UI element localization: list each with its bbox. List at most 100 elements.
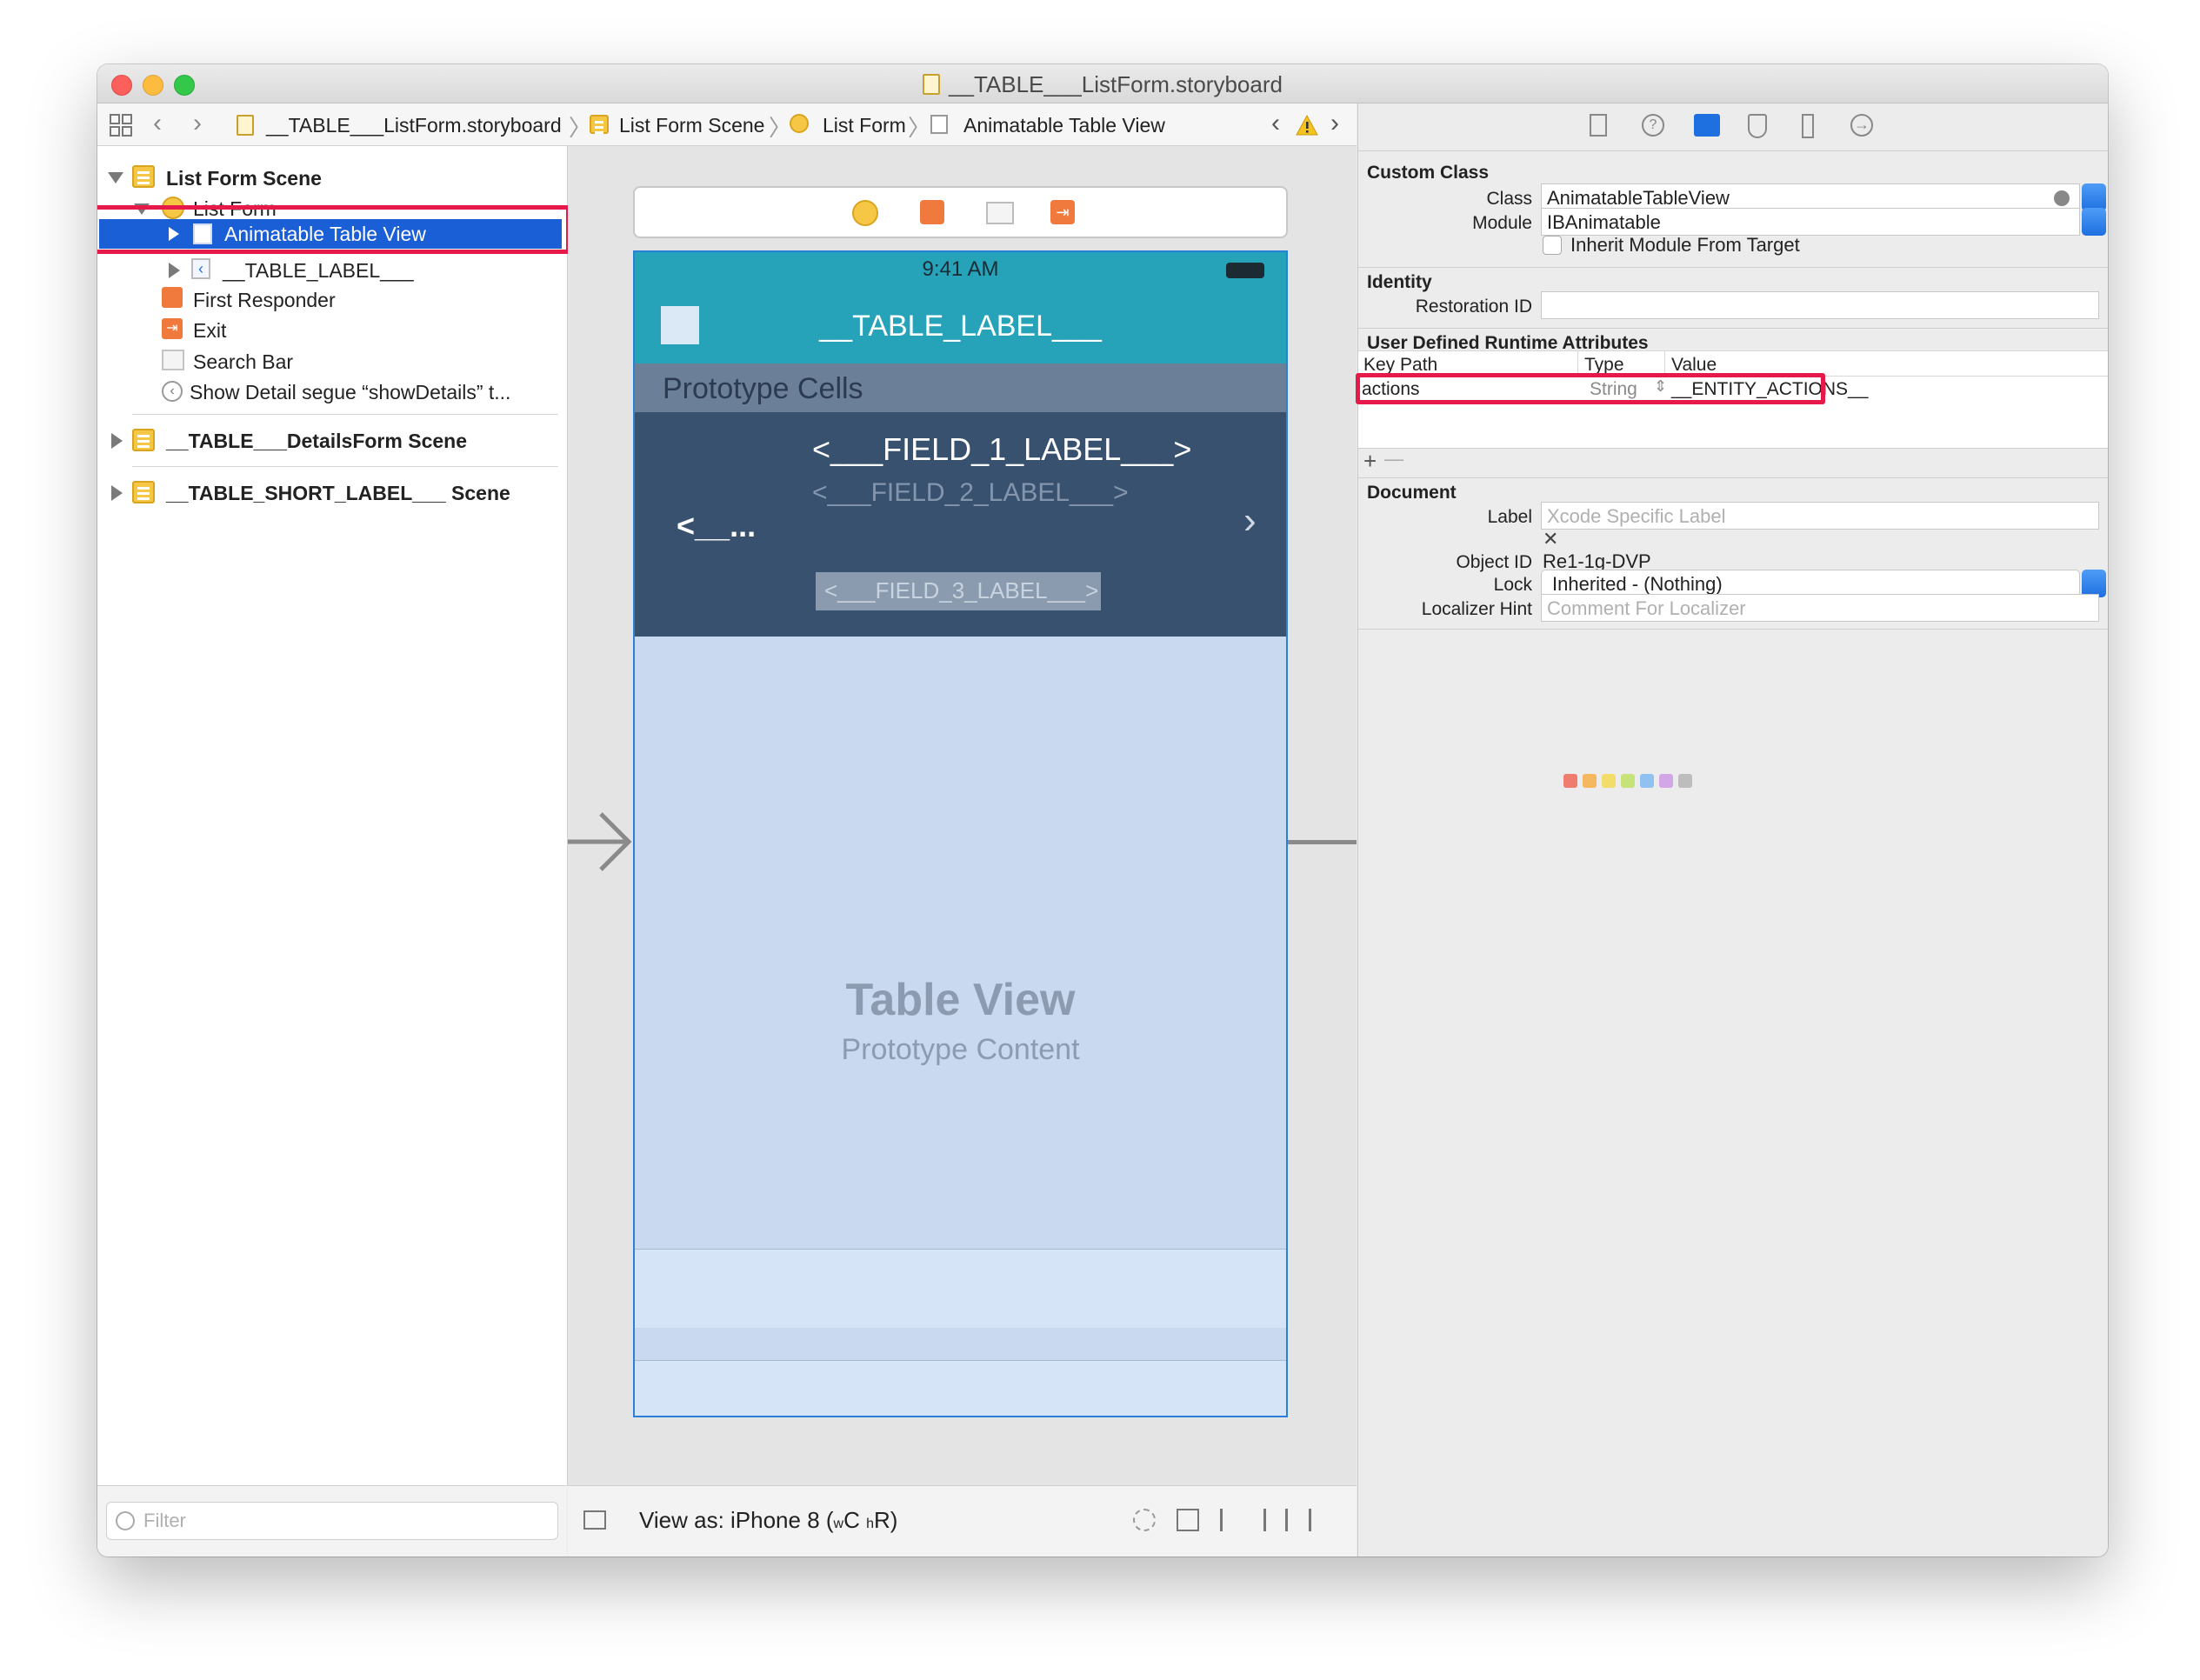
filter-field[interactable]: Filter bbox=[106, 1502, 558, 1540]
restoration-id-field[interactable] bbox=[1541, 291, 2099, 319]
align-icon[interactable] bbox=[1220, 1509, 1243, 1531]
first-responder-dock-icon[interactable] bbox=[920, 200, 944, 224]
previous-issue-icon[interactable]: ‹ bbox=[1271, 109, 1280, 138]
identity-inspector-icon[interactable] bbox=[1694, 114, 1720, 137]
window-title-text: __TABLE___ListForm.storyboard bbox=[949, 71, 1283, 97]
color-label-swatch-green[interactable] bbox=[1621, 774, 1635, 788]
outline-scene-details-form[interactable]: __TABLE___DetailsForm Scene bbox=[166, 430, 467, 453]
forward-arrow-icon[interactable]: › bbox=[193, 109, 202, 138]
add-attribute-button[interactable]: + bbox=[1363, 448, 1377, 475]
chevron-right-icon: › bbox=[1243, 499, 1257, 542]
exit-dock-icon[interactable]: ⇥ bbox=[1050, 200, 1075, 224]
identity-header: Identity bbox=[1367, 272, 1432, 292]
disclosure-triangle-icon[interactable] bbox=[108, 172, 123, 183]
toggle-outline-icon[interactable] bbox=[583, 1510, 606, 1530]
color-label-swatch-gray[interactable] bbox=[1678, 774, 1692, 788]
window-title: __TABLE___ListForm.storyboard bbox=[97, 71, 2108, 98]
document-outline: List Form Scene List Form Animatable Tab… bbox=[97, 146, 570, 1485]
outline-divider bbox=[132, 466, 558, 467]
outline-item-search-bar[interactable]: Search Bar bbox=[193, 350, 293, 374]
runtime-attributes-table: Key Path Type Value actions String ⇕ __E… bbox=[1356, 350, 2108, 448]
add-constraints-icon[interactable] bbox=[1263, 1509, 1288, 1531]
outline-item-first-responder[interactable]: First Responder bbox=[193, 289, 336, 312]
color-label-swatch-blue[interactable] bbox=[1640, 774, 1654, 788]
object-id-label: Object ID bbox=[1456, 552, 1532, 572]
search-bar-dock-icon[interactable] bbox=[986, 202, 1014, 224]
help-inspector-icon[interactable]: ? bbox=[1642, 114, 1664, 137]
phone-screen[interactable]: 9:41 AM __TABLE_LABEL___ Prototype Cells… bbox=[633, 250, 1288, 1417]
crumb-storyboard[interactable]: __TABLE___ListForm.storyboard bbox=[266, 114, 562, 137]
filter-placeholder: Filter bbox=[143, 1510, 186, 1531]
related-items-icon[interactable] bbox=[110, 114, 132, 137]
color-label-swatch-orange[interactable] bbox=[1583, 774, 1597, 788]
color-label-swatch-red[interactable] bbox=[1563, 774, 1577, 788]
color-label-swatch-purple[interactable] bbox=[1659, 774, 1673, 788]
outline-scene-list-form[interactable]: List Form Scene bbox=[166, 167, 322, 190]
scene-icon bbox=[590, 115, 609, 134]
search-bar-icon bbox=[162, 350, 184, 370]
module-field[interactable]: IBAnimatable bbox=[1541, 208, 2080, 236]
outline-divider bbox=[132, 414, 558, 415]
view-controller-dock-icon[interactable] bbox=[852, 200, 878, 226]
embed-in-stack-icon[interactable] bbox=[1177, 1509, 1199, 1531]
resolve-issues-icon[interactable] bbox=[1309, 1509, 1333, 1531]
crumb-view-controller[interactable]: List Form bbox=[823, 114, 906, 137]
inspector-divider bbox=[1358, 150, 2108, 151]
custom-class-header: Custom Class bbox=[1367, 163, 1490, 183]
attributes-inspector-icon[interactable] bbox=[1748, 114, 1767, 138]
disclosure-triangle-icon[interactable] bbox=[111, 433, 123, 449]
next-issue-icon[interactable]: › bbox=[1330, 109, 1339, 138]
color-label-swatch-yellow[interactable] bbox=[1602, 774, 1616, 788]
segue-icon: ‹ bbox=[162, 381, 183, 402]
crumb-separator-icon: 〉 bbox=[908, 115, 931, 141]
size-class-c: C bbox=[843, 1507, 860, 1533]
size-inspector-icon[interactable] bbox=[1802, 114, 1814, 138]
outline-item-exit[interactable]: Exit bbox=[193, 319, 226, 343]
cell-field-3-label: <___FIELD_3_LABEL___> bbox=[824, 577, 1099, 603]
module-dropdown-button[interactable] bbox=[2082, 208, 2106, 236]
table-view-subtitle: Prototype Content bbox=[841, 1033, 1080, 1066]
disclosure-triangle-icon[interactable] bbox=[111, 485, 123, 501]
inherit-module-checkbox[interactable] bbox=[1543, 236, 1562, 255]
class-value: AnimatableTableView bbox=[1547, 187, 1730, 209]
xcode-window: __TABLE___ListForm.storyboard ‹ › __TABL… bbox=[97, 64, 2108, 1557]
back-arrow-icon[interactable]: ‹ bbox=[153, 109, 162, 138]
jump-bar: ‹ › __TABLE___ListForm.storyboard 〉 List… bbox=[97, 103, 1357, 146]
inherit-module-label: Inherit Module From Target bbox=[1570, 234, 1800, 256]
size-class-r: R) bbox=[874, 1507, 898, 1533]
crumb-table-view[interactable]: Animatable Table View bbox=[963, 114, 1165, 137]
restoration-id-label: Restoration ID bbox=[1415, 297, 1532, 317]
cell-field-2-label: <___FIELD_2_LABEL___> bbox=[812, 478, 1129, 507]
document-label-field[interactable]: Xcode Specific Label bbox=[1541, 502, 2099, 530]
storyboard-file-icon bbox=[923, 74, 941, 95]
clear-color-label-icon[interactable]: ✕ bbox=[1543, 528, 1558, 550]
file-inspector-icon[interactable] bbox=[1590, 114, 1607, 137]
localizer-hint-field[interactable]: Comment For Localizer bbox=[1541, 594, 2099, 622]
warning-icon[interactable] bbox=[1296, 115, 1318, 136]
outline-scene-short-label[interactable]: __TABLE_SHORT_LABEL___ Scene bbox=[166, 482, 510, 505]
table-view-title: Table View bbox=[845, 975, 1076, 1025]
go-to-class-icon[interactable] bbox=[2054, 190, 2070, 206]
crumb-scene[interactable]: List Form Scene bbox=[619, 114, 764, 137]
cell-field-1-label: <___FIELD_1_LABEL___> bbox=[812, 431, 1192, 467]
toolbar-area bbox=[635, 1249, 1286, 1328]
outline-item-segue[interactable]: Show Detail segue “showDetails” t... bbox=[190, 381, 510, 404]
connections-inspector-icon[interactable]: → bbox=[1850, 114, 1873, 137]
update-frames-icon[interactable] bbox=[1133, 1509, 1156, 1531]
canvas-bottom-bar: View as: iPhone 8 (wC hR) bbox=[568, 1485, 1357, 1557]
inspector-divider bbox=[1358, 328, 2108, 329]
storyboard-canvas: ⇥ 9:41 AM __TABLE_LABEL___ Prototype Cel… bbox=[568, 146, 1357, 1485]
navigation-title: __TABLE_LABEL___ bbox=[819, 310, 1102, 343]
localizer-hint-placeholder: Comment For Localizer bbox=[1547, 597, 1746, 619]
prototype-cells-header: Prototype Cells bbox=[635, 363, 1286, 412]
tab-area bbox=[635, 1360, 1286, 1416]
document-header: Document bbox=[1367, 483, 1457, 503]
disclosure-triangle-icon[interactable] bbox=[169, 263, 180, 278]
identity-inspector: ? → Custom Class Class AnimatableTableVi… bbox=[1356, 103, 2108, 1557]
view-as-prefix: View as: iPhone 8 ( bbox=[639, 1507, 834, 1533]
outline-item-navigation-item[interactable]: __TABLE_LABEL___ bbox=[223, 259, 414, 283]
inspector-divider bbox=[1358, 477, 2108, 478]
prototype-cell[interactable]: <___FIELD_1_LABEL___> <___FIELD_2_LABEL_… bbox=[635, 412, 1286, 637]
remove-attribute-button[interactable]: — bbox=[1384, 448, 1403, 470]
view-as-button[interactable]: View as: iPhone 8 (wC hR) bbox=[639, 1507, 897, 1534]
